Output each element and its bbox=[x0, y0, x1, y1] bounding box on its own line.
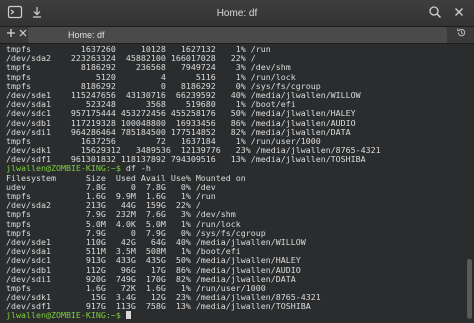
tab-home-df[interactable]: Home: df bbox=[28, 27, 447, 43]
terminal-view[interactable]: tmpfs 1637260 10128 1627132 1% /run/dev/… bbox=[0, 44, 474, 323]
prompt-line: jlwallen@ZOMBIE-KING:~$ bbox=[6, 311, 462, 320]
text-cursor bbox=[125, 311, 131, 320]
tab-label: Home: df bbox=[68, 30, 105, 40]
scrollbar[interactable] bbox=[466, 44, 472, 323]
title-bar: Home: df bbox=[0, 0, 474, 27]
scrollbar-thumb[interactable] bbox=[467, 259, 472, 319]
close-icon[interactable] bbox=[450, 4, 468, 22]
terminal-output: tmpfs 1637260 10128 1627132 1% /run/dev/… bbox=[6, 44, 462, 321]
search-icon[interactable] bbox=[426, 4, 444, 22]
tab-bar: Home: df bbox=[0, 27, 474, 44]
history-icon[interactable] bbox=[454, 27, 468, 43]
shell-prompt: jlwallen@ZOMBIE-KING:~$ bbox=[6, 310, 121, 321]
window-title: Home: df bbox=[216, 8, 258, 19]
